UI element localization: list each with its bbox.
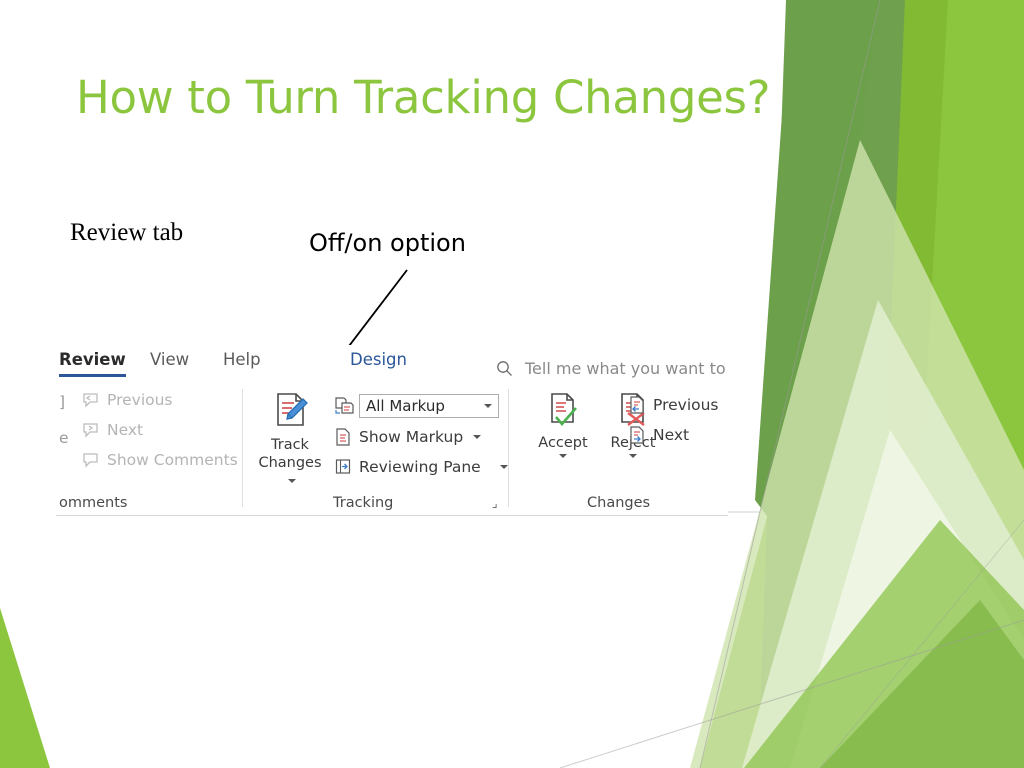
changes-next-button[interactable]: Next [628, 425, 689, 445]
next-change-icon [630, 426, 644, 444]
reject-dropdown-caret[interactable] [629, 454, 637, 459]
display-for-review-combobox[interactable]: All Markup [359, 394, 499, 418]
deco-shape-bottom-left [0, 608, 50, 768]
show-markup-label: Show Markup [359, 428, 464, 446]
comments-next-button[interactable]: Next [81, 421, 143, 439]
accept-label: Accept [538, 435, 588, 451]
show-comments-icon [83, 452, 98, 468]
comments-next-label: Next [107, 421, 144, 439]
ribbon-tab-strip: Review View Help Design Tell me what you… [56, 350, 728, 380]
search-icon [497, 361, 512, 376]
deco-hairline-4 [819, 519, 1024, 768]
display-for-review-value: All Markup [366, 397, 445, 415]
track-changes-button[interactable]: Track Changes [253, 391, 327, 490]
deco-shape-right-bright [905, 0, 1024, 768]
deco-shape-right-mid [768, 0, 1000, 768]
ribbon-body: ] e Previous Next Show Comments Track Ch… [56, 387, 728, 507]
track-changes-label-line2: Changes [258, 455, 322, 472]
tracking-dialog-launcher-icon[interactable]: ⌟ [492, 496, 498, 510]
deco-shape-pale-2 [742, 300, 1024, 768]
changes-next-label: Next [653, 426, 690, 444]
reviewing-pane-label: Reviewing Pane [359, 458, 481, 476]
previous-change-icon [630, 396, 644, 414]
group-separator-2 [508, 389, 509, 507]
clipped-fragment-bracket: ] [59, 393, 66, 411]
group-label-changes: Changes [587, 495, 651, 511]
track-changes-label-line1: Track [271, 437, 309, 453]
comment-previous-icon [83, 392, 98, 408]
deco-shape-medium-bottom2 [820, 600, 1024, 768]
deco-hairline-2 [559, 619, 1024, 768]
comments-previous-label: Previous [107, 391, 173, 409]
annotation-off-on-option: Off/on option [309, 229, 466, 257]
group-label-comments: omments [59, 495, 128, 511]
tab-design[interactable]: Design [350, 350, 407, 369]
deco-shape-dark-diagonal [758, 0, 905, 768]
reviewing-pane-icon [335, 459, 351, 474]
word-ribbon-screenshot: Review View Help Design Tell me what you… [56, 345, 728, 520]
deco-shape-pale-3 [790, 430, 1024, 768]
changes-previous-label: Previous [653, 396, 719, 414]
accept-button[interactable]: Accept [526, 391, 600, 459]
deco-shape-medium-bottom [744, 520, 1024, 768]
accept-dropdown-caret[interactable] [559, 454, 567, 459]
comment-next-icon [83, 422, 98, 438]
comments-previous-button[interactable]: Previous [81, 391, 173, 409]
page-title: How to Turn Tracking Changes? [76, 71, 771, 124]
tell-me-search[interactable]: Tell me what you want to [496, 359, 726, 378]
slide-canvas: How to Turn Tracking Changes? Review tab… [0, 0, 1024, 768]
track-changes-icon [277, 393, 308, 426]
changes-previous-button[interactable]: Previous [628, 395, 719, 415]
show-markup-button[interactable]: Show Markup [334, 427, 482, 447]
clipped-fragment-e: e [59, 429, 69, 447]
tell-me-placeholder: Tell me what you want to [525, 359, 726, 378]
show-markup-dropdown-caret[interactable] [473, 435, 482, 439]
ribbon-bottom-rule [56, 515, 728, 516]
display-for-review-icon [335, 397, 354, 414]
deco-shape-pale-1 [690, 140, 1024, 768]
show-markup-icon [336, 428, 350, 446]
show-comments-label: Show Comments [107, 451, 238, 469]
annotation-review-tab: Review tab [70, 219, 184, 246]
group-separator-1 [242, 389, 243, 507]
tab-review[interactable]: Review [59, 350, 126, 377]
show-comments-button[interactable]: Show Comments [81, 451, 238, 469]
track-changes-dropdown-caret[interactable] [287, 479, 296, 484]
accept-change-icon [551, 393, 577, 426]
chevron-down-icon[interactable] [484, 404, 492, 408]
group-label-tracking: Tracking [333, 495, 394, 511]
tab-view[interactable]: View [150, 350, 189, 369]
reviewing-pane-button[interactable]: Reviewing Pane [334, 457, 508, 477]
reviewing-pane-dropdown-caret[interactable] [499, 465, 508, 469]
tab-help[interactable]: Help [223, 350, 261, 369]
